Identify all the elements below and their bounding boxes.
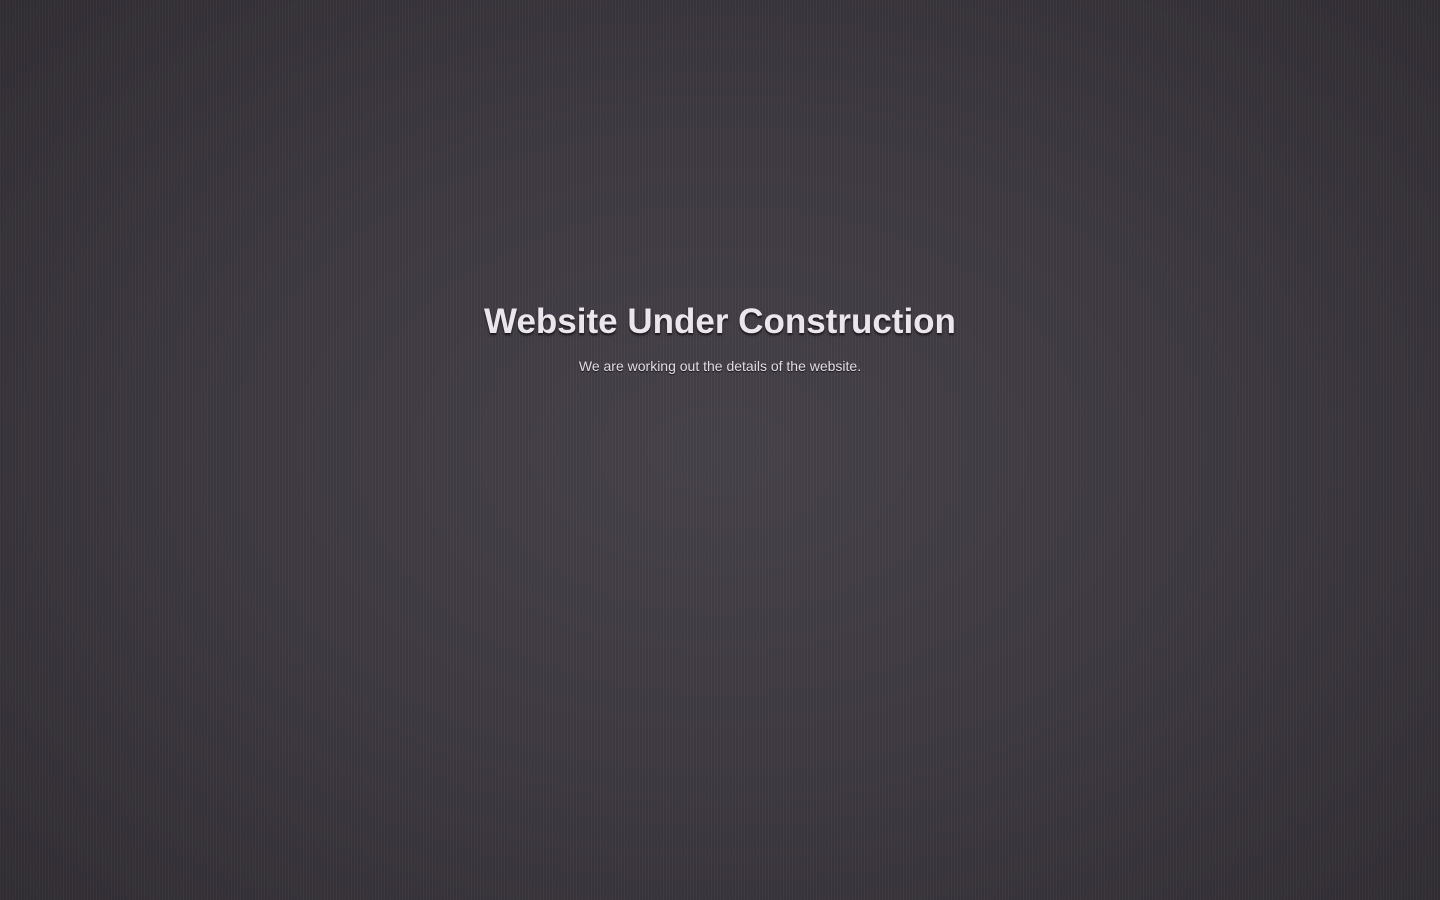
main-content: Website Under Construction We are workin… bbox=[0, 300, 1440, 376]
page-title: Website Under Construction bbox=[484, 302, 956, 341]
page-subtitle: We are working out the details of the we… bbox=[578, 358, 862, 374]
background-vignette bbox=[0, 0, 1440, 900]
